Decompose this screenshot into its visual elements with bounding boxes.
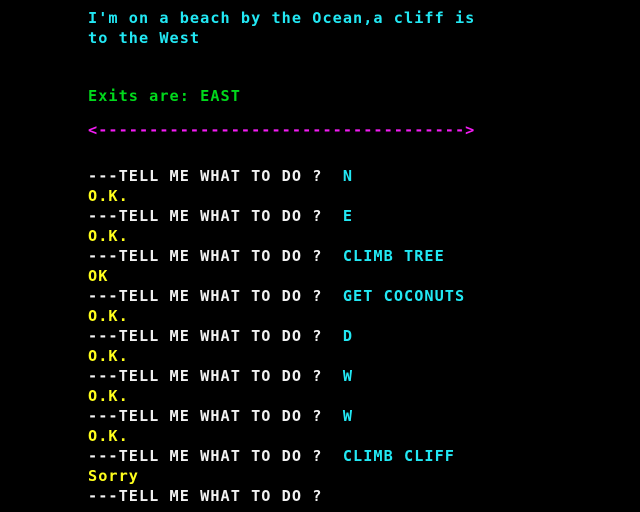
game-response: O.K. [88, 307, 129, 325]
game-response: Sorry [88, 467, 139, 485]
transcript-prompt-line: ---TELL ME WHAT TO DO ? E [88, 206, 353, 226]
transcript-prompt-line: ---TELL ME WHAT TO DO ? CLIMB TREE [88, 246, 445, 266]
prompt-text: ---TELL ME WHAT TO DO ? [88, 447, 333, 465]
game-response: O.K. [88, 187, 129, 205]
transcript-prompt-line: ---TELL ME WHAT TO DO ? D [88, 326, 353, 346]
room-description-line-2: to the West [88, 29, 201, 47]
user-command: CLIMB CLIFF [332, 447, 455, 465]
active-prompt-line[interactable]: ---TELL ME WHAT TO DO ? [88, 486, 322, 506]
prompt-text: ---TELL ME WHAT TO DO ? [88, 367, 333, 385]
terminal-screen: I'm on a beach by the Ocean,a cliff is t… [0, 0, 640, 512]
user-command: W [332, 407, 354, 425]
user-command: CLIMB TREE [332, 247, 445, 265]
game-response: O.K. [88, 347, 129, 365]
user-command: W [332, 367, 354, 385]
user-command: GET COCONUTS [332, 287, 466, 305]
prompt-text: ---TELL ME WHAT TO DO ? [88, 487, 323, 505]
transcript-prompt-line: ---TELL ME WHAT TO DO ? N [88, 166, 353, 186]
game-response: OK [88, 267, 109, 285]
divider: <------------------------------------> [88, 121, 476, 139]
transcript-prompt-line: ---TELL ME WHAT TO DO ? GET COCONUTS [88, 286, 465, 306]
game-response: O.K. [88, 227, 129, 245]
user-command: E [332, 207, 354, 225]
exits-label: Exits are: EAST [88, 87, 241, 105]
prompt-text: ---TELL ME WHAT TO DO ? [88, 407, 333, 425]
user-command: D [332, 327, 354, 345]
transcript-prompt-line: ---TELL ME WHAT TO DO ? W [88, 406, 353, 426]
user-command: N [332, 167, 354, 185]
prompt-text: ---TELL ME WHAT TO DO ? [88, 167, 333, 185]
room-description-line-1: I'm on a beach by the Ocean,a cliff is [88, 9, 476, 27]
transcript-prompt-line: ---TELL ME WHAT TO DO ? W [88, 366, 353, 386]
prompt-text: ---TELL ME WHAT TO DO ? [88, 247, 333, 265]
game-response: O.K. [88, 427, 129, 445]
prompt-text: ---TELL ME WHAT TO DO ? [88, 327, 333, 345]
prompt-text: ---TELL ME WHAT TO DO ? [88, 287, 333, 305]
transcript-prompt-line: ---TELL ME WHAT TO DO ? CLIMB CLIFF [88, 446, 455, 466]
game-response: O.K. [88, 387, 129, 405]
prompt-text: ---TELL ME WHAT TO DO ? [88, 207, 333, 225]
